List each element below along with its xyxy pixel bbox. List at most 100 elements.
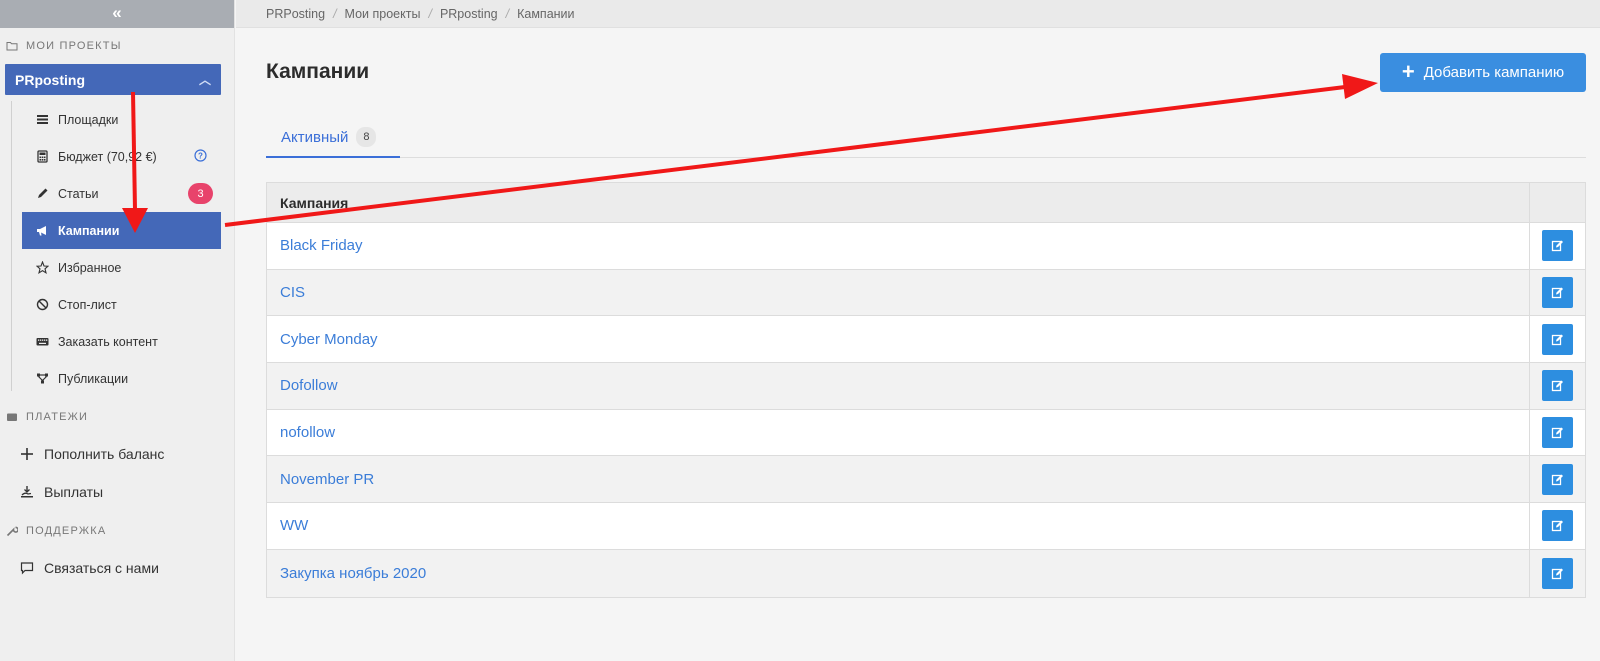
sidebar-item-contact[interactable]: Связаться с нами: [0, 549, 234, 587]
wrench-icon: [6, 526, 18, 537]
edit-button[interactable]: [1542, 557, 1573, 589]
sidebar-item-articles[interactable]: Статьи 3: [22, 175, 221, 212]
articles-count-badge: 3: [188, 183, 213, 204]
column-header-campaign: Кампания: [280, 194, 349, 211]
sidebar-item-payouts[interactable]: Выплаты: [0, 473, 234, 511]
table-row: Dofollow: [267, 363, 1585, 410]
edit-icon: [1551, 427, 1563, 439]
edit-icon: [1551, 520, 1563, 532]
edit-icon: [1551, 380, 1563, 392]
edit-icon: [1551, 474, 1563, 485]
edit-button[interactable]: [1542, 230, 1573, 262]
sidebar-item-label: Избранное: [58, 260, 122, 275]
table-header: Кампания: [267, 183, 1585, 223]
network-icon: [37, 373, 48, 384]
tab-active[interactable]: Активный 8: [266, 118, 400, 158]
breadcrumb-separator: /: [428, 6, 432, 21]
sidebar-item-label: Публикации: [58, 371, 129, 386]
breadcrumb-separator: /: [333, 6, 337, 21]
breadcrumb-item[interactable]: PRPosting: [266, 7, 325, 21]
star-icon: [36, 261, 49, 274]
list-icon: [37, 115, 48, 124]
column-header-actions: [1529, 183, 1585, 222]
edit-icon: [1551, 287, 1563, 299]
campaign-link[interactable]: Cyber Monday: [267, 316, 1529, 362]
campaign-link[interactable]: CIS: [267, 270, 1529, 316]
section-label: МОИ ПРОЕКТЫ: [26, 40, 122, 52]
tree-line: [11, 101, 12, 391]
help-icon[interactable]: ?: [194, 148, 207, 165]
sidebar-item-label: Выплаты: [44, 484, 104, 500]
edit-button[interactable]: [1542, 463, 1573, 495]
edit-button[interactable]: [1542, 417, 1573, 449]
sidebar-item-label: Бюджет (70,92 €): [58, 149, 157, 164]
table-body: Black Friday CIS Cyber Monday Dofollow nofol…: [267, 223, 1585, 597]
edit-button[interactable]: [1542, 510, 1573, 542]
table-row: Black Friday: [267, 223, 1585, 270]
tab-count-badge: 8: [356, 127, 377, 147]
calculator-icon: [37, 150, 48, 163]
collapse-sidebar-button[interactable]: «: [0, 0, 234, 28]
row-actions: [1529, 316, 1585, 363]
campaign-link[interactable]: November PR: [267, 456, 1529, 502]
sidebar-item-budget[interactable]: Бюджет (70,92 €) ?: [22, 138, 221, 175]
row-actions: [1529, 456, 1585, 503]
table-row: November PR: [267, 456, 1585, 504]
sidebar-item-label: Связаться с нами: [44, 560, 159, 576]
sidebar-item-favorites[interactable]: Избранное: [22, 249, 221, 286]
breadcrumb-item[interactable]: Мои проекты: [345, 7, 421, 21]
sidebar-item-topup[interactable]: Пополнить баланс: [0, 435, 234, 473]
section-support: ПОДДЕРЖКА: [0, 513, 234, 549]
breadcrumb-item[interactable]: PRposting: [440, 7, 498, 21]
row-actions: [1529, 269, 1585, 316]
payout-icon: [21, 486, 33, 498]
sidebar-item-stoplist[interactable]: Стоп-лист: [22, 286, 221, 323]
campaign-link[interactable]: WW: [267, 503, 1529, 549]
campaigns-table: Кампания Black Friday CIS Cyber Monday Dofo…: [266, 182, 1586, 598]
sidebar-item-label: Стоп-лист: [58, 297, 117, 312]
campaign-link[interactable]: Закупка ноябрь 2020: [267, 550, 1529, 597]
sidebar-item-campaigns[interactable]: Кампании: [22, 212, 221, 249]
keyboard-icon: [36, 338, 49, 346]
folder-icon: [6, 42, 18, 51]
add-campaign-label: Добавить кампанию: [1423, 64, 1565, 81]
row-actions: [1529, 503, 1585, 549]
edit-button[interactable]: [1542, 370, 1573, 402]
sidebar-item-platforms[interactable]: Площадки: [22, 101, 221, 138]
campaign-link[interactable]: nofollow: [267, 410, 1529, 456]
edit-button[interactable]: [1542, 323, 1573, 355]
row-actions: [1529, 363, 1585, 409]
tab-label: Активный: [281, 128, 349, 146]
edit-icon: [1551, 334, 1563, 345]
sidebar-item-label: Пополнить баланс: [44, 446, 165, 462]
project-toggle[interactable]: PRposting ︿: [5, 64, 221, 95]
chevron-up-icon: ︿: [198, 73, 211, 87]
sidebar-item-publications[interactable]: Публикации: [22, 360, 221, 397]
sidebar-item-label: Статьи: [58, 186, 99, 201]
table-row: Cyber Monday: [267, 316, 1585, 364]
ban-icon: [36, 298, 49, 311]
row-actions: [1529, 409, 1585, 456]
page-title: Кампании: [266, 60, 370, 83]
breadcrumb-item-current: Кампании: [517, 6, 575, 21]
campaign-link[interactable]: Black Friday: [267, 223, 1529, 269]
breadcrumb: PRPosting / Мои проекты / PRposting / Ка…: [236, 0, 1600, 28]
project-submenu: Площадки Бюджет (70,92 €) ? Статьи 3 Кам…: [0, 101, 234, 397]
table-row: CIS: [267, 269, 1585, 317]
svg-text:?: ?: [198, 151, 203, 160]
edit-button[interactable]: [1542, 277, 1573, 309]
megaphone-icon: [37, 226, 46, 236]
table-row: Закупка ноябрь 2020: [267, 549, 1585, 597]
sidebar-item-label: Площадки: [58, 112, 119, 127]
add-campaign-button[interactable]: + Добавить кампанию: [1380, 53, 1586, 92]
campaign-link[interactable]: Dofollow: [267, 363, 1529, 409]
sidebar-item-label: Кампании: [58, 223, 120, 238]
wallet-icon: [7, 413, 17, 421]
section-my-projects: МОИ ПРОЕКТЫ: [0, 28, 234, 64]
row-actions: [1529, 549, 1585, 597]
edit-icon: [1551, 568, 1563, 579]
tab-bar: Активный 8: [266, 118, 1586, 158]
edit-icon: [1551, 240, 1563, 252]
sidebar-item-order-content[interactable]: Заказать контент: [22, 323, 221, 360]
pencil-icon: [38, 188, 48, 198]
